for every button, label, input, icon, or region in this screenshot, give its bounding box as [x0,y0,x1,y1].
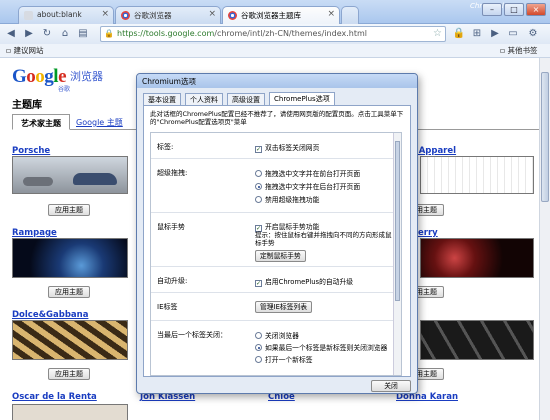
wrench-icon[interactable]: ⚙ [526,27,540,41]
apply-theme-button[interactable]: 应用主题 [48,286,90,298]
chromeplus-panel: 此对话框的ChromePlus配置已经不推荐了，请使用网页版的配置页面。点击工具… [143,105,411,377]
maximize-button[interactable]: □ [504,3,524,16]
theme-name-link[interactable]: erry [418,228,438,238]
option-row-last-tab: 当最后一个标签关闭： 关闭浏览器 如果最后一个标签是新标签则关闭浏览器 打开一个… [151,321,394,375]
browser-tab[interactable]: about:blank × [18,6,114,24]
tab-advanced[interactable]: 高级设置 [227,93,265,105]
option-label: 当最后一个标签关闭： [157,331,227,339]
theme-name-link[interactable]: Rampage [12,228,57,238]
option-row-mouse: 鼠标手势 ✓ 开启鼠标手势功能 提示：按住鼠标右键并拖拽向不同的方向形成鼠标手势 … [151,213,394,267]
tab-google-themes[interactable]: Google 主题 [68,114,131,130]
theme-name-link[interactable]: Porsche [12,146,50,156]
theme-name-link[interactable]: Dolce&Gabbana [12,310,88,320]
blank-page-icon [24,11,33,20]
options-scroll-thumb[interactable] [395,141,400,301]
home-icon[interactable]: ⌂ [58,27,72,41]
options-dialog: Chromium选项 基本设置 个人资料 高级设置 ChromePlus选项 此… [136,73,418,394]
mouse-gesture-hint: 提示：按住鼠标右键并拖拽向不同的方向形成鼠标手势 [255,231,392,247]
page-menu-icon[interactable]: ▤ [76,27,90,41]
extension-icon[interactable]: ⊞ [470,27,484,41]
apply-theme-button[interactable]: 应用主题 [48,368,90,380]
drag-disable-radio[interactable]: 禁用超级拖拽功能 [255,194,319,204]
options-list: 标签: ✓ 双击标签关闭网页 超级拖拽: 拖拽选中文字并在前台打开页面 拖拽选中文… [150,132,402,376]
other-bookmarks[interactable]: ▫ 其他书签 [500,45,537,56]
bookmark-item[interactable]: ▫ 建议网站 [6,45,43,56]
option-row-tab: 标签: ✓ 双击标签关闭网页 [151,133,394,159]
lock-status-icon[interactable]: 🔒 [452,27,466,41]
tab-basic[interactable]: 基本设置 [143,93,181,105]
theme-thumbnail-rampage[interactable] [12,238,128,278]
bookmark-star-icon[interactable]: ☆ [433,28,442,39]
tab-title: 谷歌浏览器 [134,11,172,20]
tab-title: 谷歌浏览器主题库 [241,11,301,20]
chrome-icon [121,11,130,20]
theme-thumbnail-pattern[interactable] [420,320,534,360]
option-label: IE标签 [157,303,178,311]
option-label: 自动升级: [157,277,188,285]
options-scrollbar[interactable] [393,133,401,375]
option-row-ie: IE标签 管理IE标签列表 [151,293,394,321]
tab-chromeplus[interactable]: ChromePlus选项 [269,92,335,106]
play-icon[interactable]: ▶ [488,27,502,41]
checkbox-checked-icon: ✓ [255,146,262,153]
option-row-upgrade: 自动升级: ✓ 启用ChromePlus的自动升级 [151,267,394,293]
title-bar: about:blank × 谷歌浏览器 × 谷歌浏览器主题库 × ChromeP… [0,0,550,24]
back-arrow-icon[interactable]: ◀ [4,27,18,41]
theme-name-link[interactable]: Oscar de la Renta [12,392,97,402]
option-row-drag: 超级拖拽: 拖拽选中文字并在前台打开页面 拖拽选中文字并在后台打开页面 禁用超级… [151,159,394,213]
close-tab-icon[interactable]: × [101,9,109,19]
page-scrollbar[interactable] [539,58,550,420]
logo-subtitle-small: 谷歌 [58,86,71,93]
option-label: 标签: [157,143,174,151]
dialog-tabs: 基本设置 个人资料 高级设置 ChromePlus选项 [143,92,411,106]
theme-thumbnail-dolce-gabbana[interactable] [12,320,128,360]
option-label: 鼠标手势 [157,223,185,231]
address-bar[interactable]: 🔒 https://tools.google.com/chrome/intl/z… [100,26,446,42]
auto-upgrade-checkbox[interactable]: ✓ 启用ChromePlus的自动升级 [255,276,353,287]
checkbox-checked-icon: ✓ [255,280,262,287]
tab-personal[interactable]: 个人资料 [185,93,223,105]
close-if-newtab-radio[interactable]: 如果最后一个标签是新标签则关闭浏览器 [255,342,387,352]
chrome-icon [228,11,237,20]
open-new-tab-radio[interactable]: 打开一个新标签 [255,354,313,364]
browser-tab-active[interactable]: 谷歌浏览器主题库 × [222,6,340,24]
theme-thumbnail-apparel[interactable] [420,156,534,194]
tab-title: about:blank [37,10,82,19]
reload-icon[interactable]: ↻ [40,27,54,41]
navigation-toolbar: ◀ ▶ ↻ ⌂ ▤ 🔒 https://tools.google.com/chr… [0,24,550,44]
drag-foreground-radio[interactable]: 拖拽选中文字并在前台打开页面 [255,168,360,178]
drag-background-radio[interactable]: 拖拽选中文字并在后台打开页面 [255,181,360,191]
url-text: https://tools.google.com/chrome/intl/zh-… [117,29,367,38]
close-tab-icon[interactable]: × [208,9,216,19]
dialog-title: Chromium选项 [137,74,417,88]
customize-gesture-button[interactable]: 定制鼠标手势 [255,250,306,262]
manage-ie-tabs-button[interactable]: 管理IE标签列表 [255,301,313,313]
browser-tab[interactable]: 谷歌浏览器 × [115,6,221,24]
close-dialog-button[interactable]: 关闭 [371,380,411,392]
close-browser-radio[interactable]: 关闭浏览器 [255,330,299,340]
tab-artist-themes[interactable]: 艺术家主题 [12,114,70,130]
page-scroll-thumb[interactable] [541,72,549,202]
bookmarks-bar: ▫ 建议网站 ▫ 其他书签 [0,44,550,58]
close-tab-icon[interactable]: × [327,9,335,19]
theme-thumbnail-cherry[interactable] [420,238,534,278]
page-icon[interactable]: ▭ [506,27,520,41]
page-title: 主题库 [12,100,42,111]
apply-theme-button[interactable]: 应用主题 [48,204,90,216]
minimize-button[interactable]: – [482,3,502,16]
theme-thumbnail-oscar[interactable] [12,404,128,420]
double-click-close-checkbox[interactable]: ✓ 双击标签关闭网页 [255,142,319,153]
logo-subtitle: 浏览器 [70,70,103,83]
option-label: 超级拖拽: [157,169,188,177]
new-tab-button[interactable] [341,6,359,24]
close-window-button[interactable]: × [526,3,546,16]
theme-thumbnail-porsche[interactable] [12,156,128,194]
deprecation-note: 此对话框的ChromePlus配置已经不推荐了，请使用网页版的配置页面。点击工具… [150,110,404,126]
forward-arrow-icon[interactable]: ▶ [22,27,36,41]
lock-icon: 🔒 [104,29,114,38]
